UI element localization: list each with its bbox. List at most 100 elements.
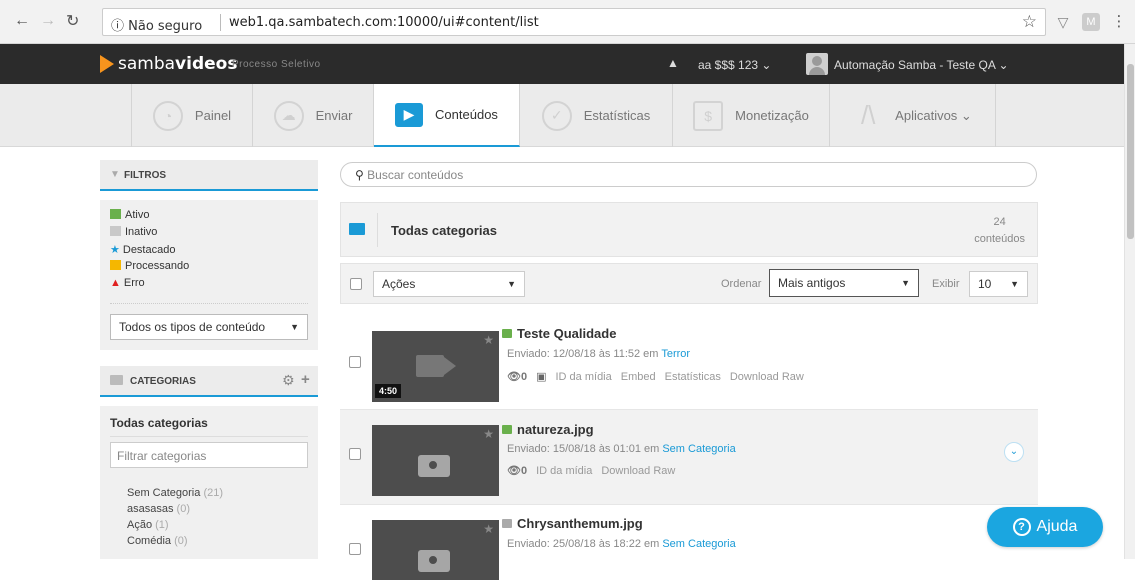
media-id-link[interactable]: ID da mídia xyxy=(536,465,592,477)
avatar[interactable] xyxy=(806,53,828,75)
media-id-link[interactable]: ID da mídia xyxy=(556,371,612,383)
category-item[interactable]: Ação (1) xyxy=(127,519,169,531)
legend-ativo[interactable]: Ativo xyxy=(110,209,149,221)
download-raw-link[interactable]: Download Raw xyxy=(730,371,804,383)
count-label: conteúdos xyxy=(974,233,1025,245)
page-scrollbar[interactable] xyxy=(1124,44,1135,559)
category-count: (1) xyxy=(155,519,169,531)
tab-aplicativos[interactable]: /\ Aplicativos ⌄ xyxy=(830,84,996,147)
bell-icon[interactable]: ▲ xyxy=(667,56,679,70)
item-meta: Enviado: 25/08/18 às 18:22 em Sem Catego… xyxy=(507,538,736,550)
gear-icon[interactable]: ⚙ xyxy=(282,372,295,389)
add-category-icon[interactable]: + xyxy=(301,371,310,388)
url-text[interactable]: web1.qa.sambatech.com:10000/ui#content/l… xyxy=(229,15,539,30)
address-bar[interactable]: ⓘ Não seguro web1.qa.sambatech.com:10000… xyxy=(102,8,1046,36)
list-item[interactable]: ★ natureza.jpg Enviado: 15/08/18 às 01:0… xyxy=(340,410,1038,505)
item-checkbox[interactable] xyxy=(349,356,361,368)
tab-enviar[interactable]: ☁ Enviar xyxy=(253,84,374,147)
item-title-text: natureza.jpg xyxy=(517,422,594,437)
search-input[interactable]: ⚲ Buscar conteúdos xyxy=(340,162,1037,187)
tab-monetizacao[interactable]: $ Monetização xyxy=(673,84,830,147)
category-link[interactable]: Terror xyxy=(661,348,690,360)
favorite-star-icon[interactable]: ★ xyxy=(483,333,494,347)
browser-menu-icon[interactable]: ⋮ xyxy=(1110,13,1128,31)
browser-chrome: ← → ↻ ⓘ Não seguro web1.qa.sambatech.com… xyxy=(0,0,1135,44)
tab-label: Painel xyxy=(194,108,232,123)
scrollbar-thumb[interactable] xyxy=(1127,64,1134,239)
views-count: 👁0 xyxy=(507,370,527,383)
back-arrow-icon[interactable]: ← xyxy=(14,12,30,30)
select-value: 10 xyxy=(978,277,992,291)
dashboard-icon: ◔ xyxy=(152,100,183,131)
select-value: Ações xyxy=(382,277,416,291)
legend-erro[interactable]: ▲ Erro xyxy=(110,277,145,289)
sort-label: Ordenar xyxy=(721,278,762,290)
legend-inativo[interactable]: Inativo xyxy=(110,226,157,238)
image-thumbnail[interactable]: ★ xyxy=(372,520,499,580)
item-title-text: Teste Qualidade xyxy=(517,326,617,341)
legend-processando[interactable]: Processando xyxy=(110,260,189,272)
address-divider xyxy=(220,14,221,31)
item-links: 👁0 ID da mídia Download Raw xyxy=(507,464,675,478)
tab-painel[interactable]: ◔ Painel xyxy=(131,84,253,147)
legend-label: Processando xyxy=(125,260,190,272)
category-filter-input[interactable]: Filtrar categorias xyxy=(110,442,308,468)
user-menu[interactable]: Automação Samba - Teste QA ⌄ xyxy=(834,58,1009,72)
help-button[interactable]: ? Ajuda xyxy=(987,507,1103,547)
page-size-select[interactable]: 10 ▼ xyxy=(969,271,1028,297)
account-selector[interactable]: aa $$$ 123 ⌄ xyxy=(698,58,771,72)
list-item[interactable]: ★ 4:50 Teste Qualidade Enviado: 12/08/18… xyxy=(340,318,1038,410)
category-item[interactable]: Comédia (0) xyxy=(127,535,188,547)
item-checkbox[interactable] xyxy=(349,543,361,555)
chevron-down-icon[interactable]: ⌄ xyxy=(1004,442,1024,462)
favorite-star-icon[interactable]: ★ xyxy=(483,522,494,536)
extension-icon[interactable]: M xyxy=(1082,13,1100,31)
tab-estatisticas[interactable]: ✓ Estatísticas xyxy=(520,84,673,147)
content-count: 24 conteúdos xyxy=(974,214,1025,248)
sort-select[interactable]: Mais antigos ▼ xyxy=(769,269,919,297)
item-title[interactable]: Chrysanthemum.jpg xyxy=(502,516,643,531)
main-nav: ◔ Painel ☁ Enviar ▶ Conteúdos ✓ Estatíst… xyxy=(0,84,1135,147)
stats-link[interactable]: Estatísticas xyxy=(665,371,721,383)
security-label[interactable]: ⓘ Não seguro xyxy=(111,15,202,34)
show-label: Exibir xyxy=(932,278,960,290)
favorite-star-icon[interactable]: ★ xyxy=(483,427,494,441)
content-type-select[interactable]: Todos os tipos de conteúdo ▼ xyxy=(110,314,308,340)
reload-icon[interactable]: ↻ xyxy=(66,11,79,31)
select-all-checkbox[interactable] xyxy=(350,278,362,290)
comment-icon[interactable]: ▣ xyxy=(536,370,546,383)
item-title[interactable]: Teste Qualidade xyxy=(502,326,616,341)
filters-header: ▼ FILTROS xyxy=(100,160,318,191)
eye-icon: 👁 xyxy=(507,371,521,383)
actions-select[interactable]: Ações ▼ xyxy=(373,271,525,297)
image-type-icon xyxy=(502,519,512,528)
category-name: Ação xyxy=(127,519,153,531)
image-thumbnail[interactable]: ★ xyxy=(372,425,499,496)
folder-icon xyxy=(110,375,123,385)
category-item[interactable]: asasasas (0) xyxy=(127,503,190,515)
video-type-icon xyxy=(502,329,512,338)
category-link[interactable]: Sem Categoria xyxy=(662,538,735,550)
count-value: 24 xyxy=(993,216,1006,228)
forward-arrow-icon[interactable]: → xyxy=(40,12,56,30)
embed-link[interactable]: Embed xyxy=(621,371,656,383)
category-link[interactable]: Sem Categoria xyxy=(662,443,735,455)
category-count: (0) xyxy=(176,503,190,515)
download-raw-link[interactable]: Download Raw xyxy=(601,465,675,477)
category-name: Sem Categoria xyxy=(127,487,201,499)
item-title[interactable]: natureza.jpg xyxy=(502,422,594,437)
item-links: 👁0 ▣ ID da mídia Embed Estatísticas Down… xyxy=(507,370,804,384)
divider xyxy=(110,303,308,304)
logo-subtitle: Processo Seletivo xyxy=(232,59,321,70)
list-item[interactable]: ★ Chrysanthemum.jpg Enviado: 25/08/18 às… xyxy=(340,505,1038,580)
all-categories-link[interactable]: Todas categorias xyxy=(110,416,208,430)
item-checkbox[interactable] xyxy=(349,448,361,460)
legend-destacado[interactable]: ★ Destacado xyxy=(110,243,175,256)
bookmark-star-icon[interactable]: ☆ xyxy=(1022,12,1037,32)
category-item[interactable]: Sem Categoria (21) xyxy=(127,487,223,499)
current-category: Todas categorias xyxy=(391,223,497,238)
logo[interactable]: sambavideos xyxy=(118,54,237,74)
video-thumbnail[interactable]: ★ 4:50 xyxy=(372,331,499,402)
pocket-extension-icon[interactable]: ▽ xyxy=(1054,13,1072,31)
tab-conteudos[interactable]: ▶ Conteúdos xyxy=(374,84,520,147)
